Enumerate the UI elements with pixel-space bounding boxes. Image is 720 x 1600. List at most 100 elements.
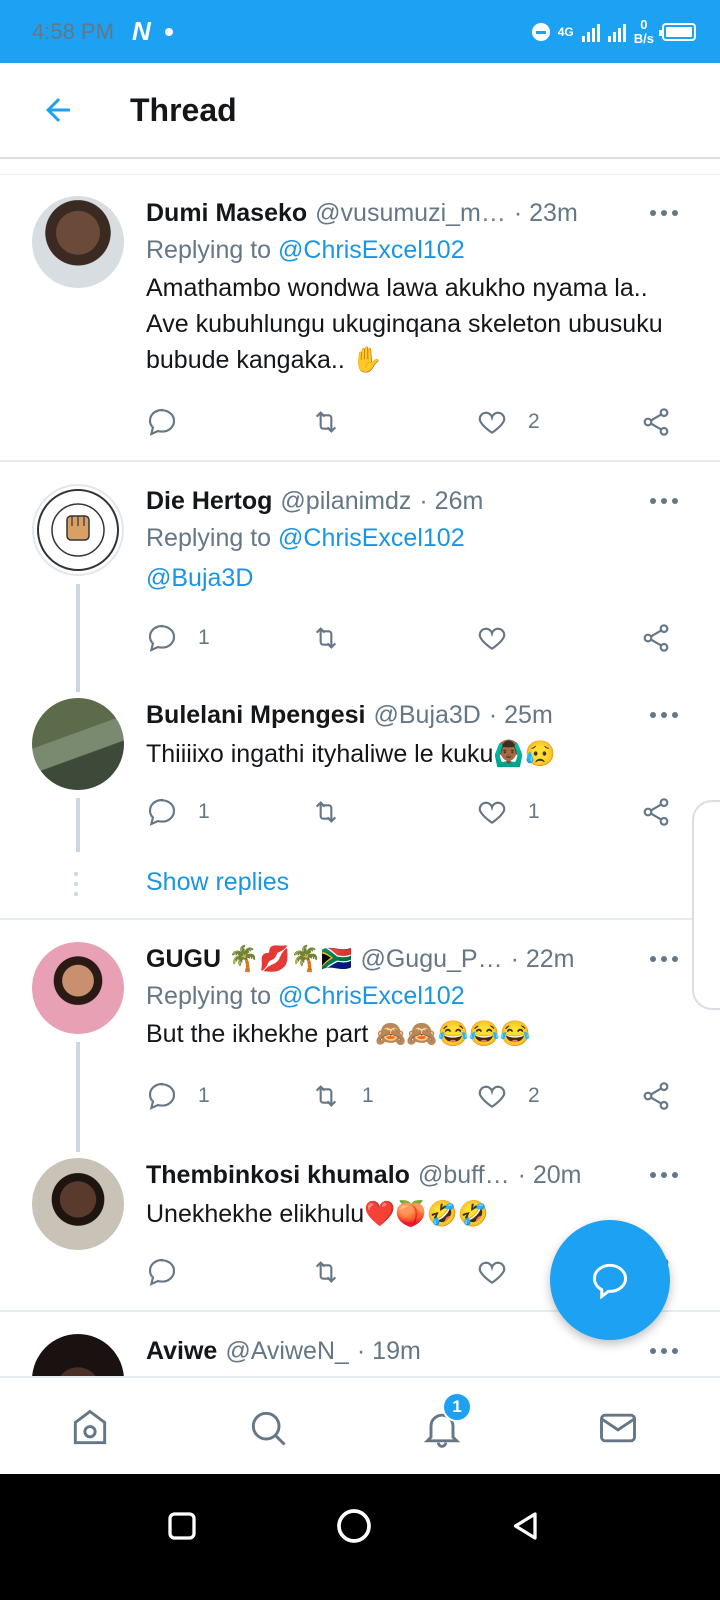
net-speed-unit: B/s bbox=[633, 30, 654, 46]
avatar[interactable] bbox=[32, 1158, 124, 1250]
tweet-text: But the ikhekhe part 🙈🙈😂😂😂 bbox=[146, 1020, 531, 1048]
replying-to: Replying to @ChrisExcel102 bbox=[146, 518, 684, 558]
thread-dots bbox=[74, 866, 80, 902]
reply-count: 1 bbox=[198, 626, 210, 649]
tweet-header: Die Hertog @pilanimdz · 26m bbox=[146, 484, 684, 518]
retweet-icon bbox=[315, 627, 337, 649]
user-handle[interactable]: @vusumuzi_m… bbox=[315, 199, 506, 228]
user-name[interactable]: Bulelani Mpengesi bbox=[146, 701, 365, 730]
reply-count: 1 bbox=[198, 1084, 210, 1107]
back-button[interactable] bbox=[36, 88, 80, 132]
share-button[interactable] bbox=[640, 618, 672, 658]
replying-to-2: @Buja3D bbox=[146, 558, 684, 598]
reply-button[interactable]: 1 bbox=[146, 618, 210, 658]
reply-button[interactable] bbox=[146, 402, 198, 442]
like-button[interactable]: 1 bbox=[476, 792, 540, 832]
tweet-time: · 22m bbox=[510, 944, 575, 973]
tweet[interactable]: GUGU 🌴💋🌴🇿🇦 @Gugu_P… · 22m Replying to @C… bbox=[0, 942, 720, 1152]
reply-button[interactable]: 1 bbox=[146, 792, 210, 832]
header: Thread bbox=[0, 63, 720, 159]
user-handle[interactable]: @pilanimdz bbox=[280, 487, 411, 516]
tweet[interactable]: Bulelani Mpengesi @Buja3D · 25m Thiiiixo… bbox=[0, 698, 720, 858]
user-name[interactable]: Die Hertog bbox=[146, 487, 272, 516]
tweet-text: Thiiiixo ingathi ityhaliwe le kuku🙆🏾‍♂️😥 bbox=[146, 740, 556, 768]
like-button[interactable]: 2 bbox=[476, 402, 540, 442]
user-handle[interactable]: @buff… bbox=[418, 1161, 510, 1190]
do-not-disturb-icon bbox=[531, 22, 550, 41]
signal-icon bbox=[581, 22, 600, 42]
reply-count: 1 bbox=[198, 800, 210, 823]
user-handle[interactable]: @AviweN_ bbox=[225, 1337, 349, 1366]
net-speed-value: 0 bbox=[640, 16, 648, 32]
thread-line bbox=[76, 584, 80, 692]
reply-button[interactable] bbox=[146, 1252, 198, 1292]
replying-to-link[interactable]: @ChrisExcel102 bbox=[278, 236, 465, 264]
like-button[interactable] bbox=[476, 618, 528, 658]
triangle-back-icon bbox=[513, 1512, 537, 1540]
user-handle[interactable]: @Buja3D bbox=[373, 701, 480, 730]
user-name[interactable]: GUGU 🌴💋🌴🇿🇦 bbox=[146, 945, 352, 974]
retweet-button[interactable] bbox=[310, 792, 362, 832]
edge-panel-handle[interactable] bbox=[692, 800, 720, 1010]
replying-to-link[interactable]: @ChrisExcel102 bbox=[278, 982, 465, 1010]
retweet-icon bbox=[315, 411, 337, 433]
replying-to-prefix: Replying to bbox=[146, 236, 279, 264]
recents-button[interactable] bbox=[158, 1502, 206, 1550]
tweet[interactable]: Aviwe @AviweN_ · 19m bbox=[0, 1334, 720, 1376]
replying-to-link[interactable]: @Buja3D bbox=[146, 564, 253, 592]
more-options-icon[interactable] bbox=[644, 1334, 684, 1368]
user-handle[interactable]: @Gugu_P… bbox=[360, 945, 502, 974]
retweet-icon bbox=[315, 1261, 337, 1283]
replying-to-link[interactable]: @ChrisExcel102 bbox=[278, 524, 465, 552]
replying-to-prefix: Replying to bbox=[146, 524, 279, 552]
home-button[interactable] bbox=[330, 1502, 378, 1550]
retweet-count: 1 bbox=[362, 1084, 374, 1107]
signal-2-icon bbox=[607, 22, 626, 42]
nav-home[interactable] bbox=[68, 1406, 112, 1450]
avatar[interactable] bbox=[32, 484, 124, 576]
replying-to: Replying to @ChrisExcel102 bbox=[146, 230, 684, 270]
tweet-header: Thembinkosi khumalo @buff… · 20m bbox=[146, 1158, 684, 1192]
notification-badge: 1 bbox=[442, 1392, 472, 1422]
back-nav-button[interactable] bbox=[502, 1502, 550, 1550]
tweet-time: · 26m bbox=[419, 486, 484, 515]
reply-icon bbox=[148, 1082, 176, 1110]
reply-icon bbox=[148, 1258, 176, 1286]
retweet-button[interactable] bbox=[310, 618, 362, 658]
divider bbox=[0, 174, 720, 175]
nav-messages[interactable] bbox=[596, 1406, 640, 1450]
user-name[interactable]: Thembinkosi khumalo bbox=[146, 1161, 410, 1190]
retweet-button[interactable] bbox=[310, 402, 362, 442]
nav-search[interactable] bbox=[246, 1406, 290, 1450]
status-bar: 4:58 PM N 4G 0 B/s bbox=[0, 0, 720, 63]
divider bbox=[0, 460, 720, 462]
share-button[interactable] bbox=[640, 402, 672, 442]
thread-line bbox=[76, 1042, 80, 1152]
user-name[interactable]: Dumi Maseko bbox=[146, 199, 307, 228]
avatar[interactable] bbox=[32, 1334, 124, 1376]
reply-button[interactable]: 1 bbox=[146, 1076, 210, 1116]
show-replies-link[interactable]: Show replies bbox=[146, 868, 289, 897]
avatar[interactable] bbox=[32, 942, 124, 1034]
user-name[interactable]: Aviwe bbox=[146, 1337, 217, 1366]
square-icon bbox=[168, 1512, 196, 1540]
more-options-icon[interactable] bbox=[644, 942, 684, 976]
retweet-button[interactable] bbox=[310, 1252, 362, 1292]
more-options-icon[interactable] bbox=[644, 1158, 684, 1192]
avatar[interactable] bbox=[32, 698, 124, 790]
thread-line bbox=[76, 798, 80, 852]
more-options-icon[interactable] bbox=[644, 484, 684, 518]
home-icon bbox=[73, 1409, 107, 1445]
like-button[interactable]: 2 bbox=[476, 1076, 540, 1116]
avatar[interactable] bbox=[32, 196, 124, 288]
compose-reply-button[interactable] bbox=[550, 1220, 670, 1340]
like-button[interactable] bbox=[476, 1252, 528, 1292]
reply-icon bbox=[148, 408, 176, 436]
app-notification-icon: N bbox=[131, 16, 151, 46]
share-button[interactable] bbox=[640, 792, 672, 832]
more-options-icon[interactable] bbox=[644, 196, 684, 230]
share-button[interactable] bbox=[640, 1076, 672, 1116]
tweet-header: Dumi Maseko @vusumuzi_m… · 23m bbox=[146, 196, 684, 230]
more-options-icon[interactable] bbox=[644, 698, 684, 732]
retweet-button[interactable]: 1 bbox=[310, 1076, 374, 1116]
